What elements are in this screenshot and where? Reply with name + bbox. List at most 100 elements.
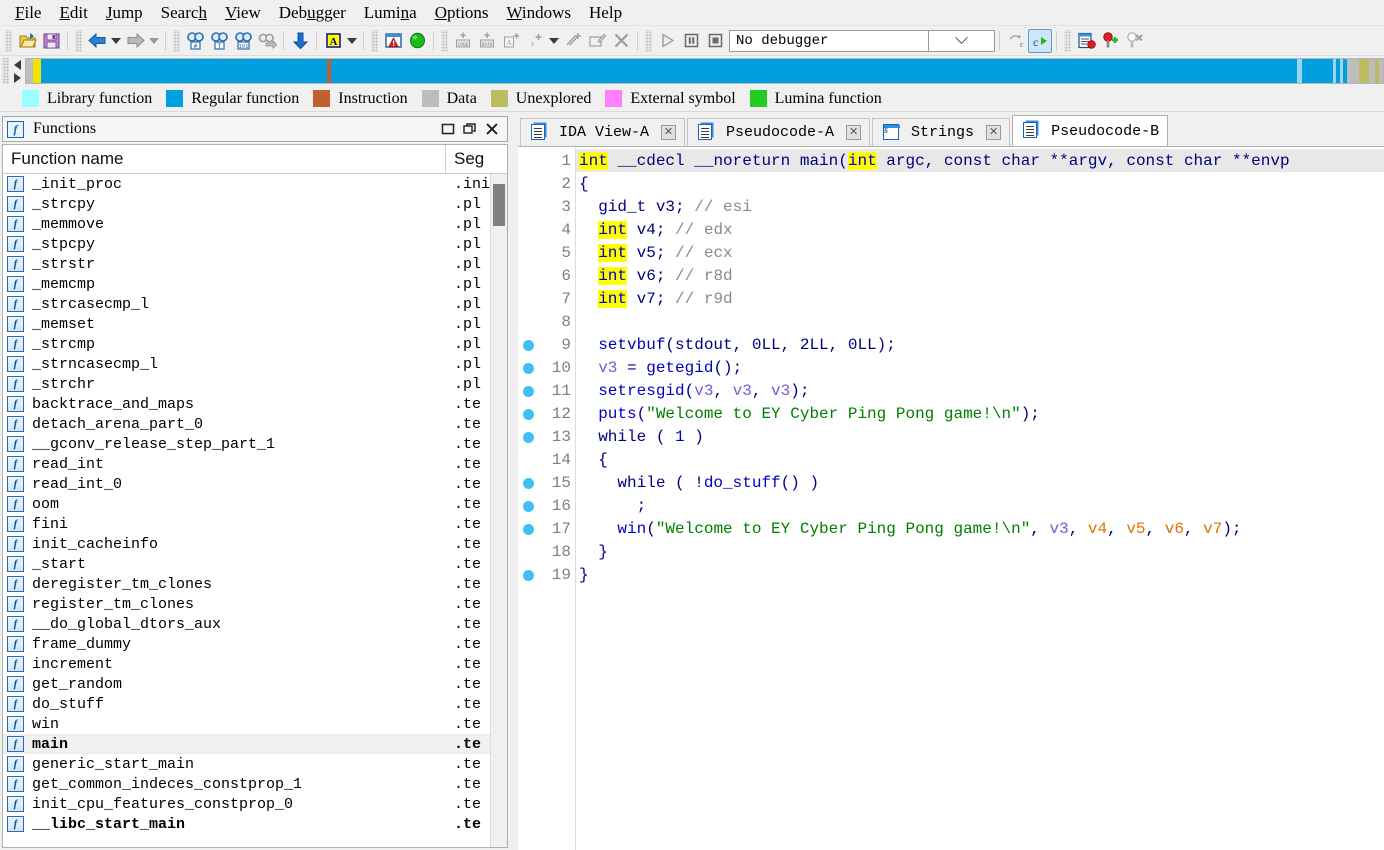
table-row[interactable]: f init_cpu_features_constprop_0 .te <box>3 794 490 814</box>
gutter-line[interactable]: 5 <box>518 241 575 264</box>
gutter-line[interactable]: 16 <box>518 494 575 517</box>
table-row[interactable]: f increment .te <box>3 654 490 674</box>
navigate-forward-icon[interactable] <box>123 29 147 53</box>
make-struct-dropdown-icon[interactable] <box>547 29 561 53</box>
tab-strings[interactable]: s Strings ✕ <box>872 118 1011 146</box>
navigate-back-dropdown-icon[interactable] <box>109 29 123 53</box>
code-line[interactable] <box>576 310 1384 333</box>
gutter-line[interactable]: 6 <box>518 264 575 287</box>
table-row[interactable]: f _memmove .pl <box>3 214 490 234</box>
table-row[interactable]: f get_common_indeces_constprop_1 .te <box>3 774 490 794</box>
step-into-icon[interactable]: c <box>1028 28 1052 53</box>
tab-pseudocode-b[interactable]: Pseudocode-B <box>1012 115 1169 146</box>
make-array-icon[interactable] <box>561 29 585 53</box>
table-row[interactable]: f _memset .pl <box>3 314 490 334</box>
code-line[interactable]: int v7; // r9d <box>576 287 1384 310</box>
tab-ida-view-a[interactable]: IDA View-A ✕ <box>520 118 686 146</box>
table-row[interactable]: f __gconv_release_step_part_1 .te <box>3 434 490 454</box>
breakpoint-marker-icon[interactable] <box>523 340 534 351</box>
gutter-line[interactable]: 10 <box>518 356 575 379</box>
gutter-line[interactable]: 13 <box>518 425 575 448</box>
breakpoint-list-icon[interactable] <box>1074 29 1098 53</box>
gutter-line[interactable]: 9 <box>518 333 575 356</box>
debugger-select-dropdown-icon[interactable] <box>929 29 995 52</box>
menu-item-search[interactable]: Search <box>152 1 216 25</box>
code-line[interactable]: while ( ! do_stuff() ) <box>576 471 1384 494</box>
code-line[interactable]: ; <box>576 494 1384 517</box>
panel-splitter[interactable] <box>510 114 518 850</box>
make-struct-icon[interactable]: s <box>523 29 547 53</box>
table-row[interactable]: f _strstr .pl <box>3 254 490 274</box>
code-line[interactable]: int v5; // ecx <box>576 241 1384 264</box>
column-header-seg[interactable]: Seg <box>446 145 507 173</box>
table-row[interactable]: f register_tm_clones .te <box>3 594 490 614</box>
save-icon[interactable] <box>39 29 63 53</box>
gutter-line[interactable]: 7 <box>518 287 575 310</box>
code-line[interactable]: } <box>576 563 1384 586</box>
gutter-line[interactable]: 18 <box>518 540 575 563</box>
table-row[interactable]: f detach_arena_part_0 .te <box>3 414 490 434</box>
table-row[interactable]: f _strcasecmp_l .pl <box>3 294 490 314</box>
menu-item-help[interactable]: Help <box>580 1 631 25</box>
table-row[interactable]: f init_cacheinfo .te <box>3 534 490 554</box>
code-line[interactable]: v3 = getegid (); <box>576 356 1384 379</box>
code-line[interactable]: setvbuf (stdout, 0LL, 2LL, 0LL); <box>576 333 1384 356</box>
table-row[interactable]: f _stpcpy .pl <box>3 234 490 254</box>
make-code-icon[interactable]: CODE <box>451 29 475 53</box>
tab-pseudocode-a[interactable]: Pseudocode-A ✕ <box>687 118 871 146</box>
gutter-line[interactable]: 11 <box>518 379 575 402</box>
table-row[interactable]: f _start .te <box>3 554 490 574</box>
code-line[interactable]: win("Welcome to EY Cyber Ping Pong game!… <box>576 517 1384 540</box>
toolbar-grip[interactable] <box>75 29 82 52</box>
breakpoint-marker-icon[interactable] <box>523 432 534 443</box>
code-line[interactable]: int __cdecl __noreturn main(int argc, co… <box>576 149 1384 172</box>
toggle-ascii-icon[interactable]: A <box>321 29 345 53</box>
search-hex-icon[interactable]: # <box>183 29 207 53</box>
code-line[interactable]: gid_t v3; // esi <box>576 195 1384 218</box>
tab-close-icon[interactable]: ✕ <box>661 125 677 140</box>
functions-list-scrollbar[interactable] <box>490 174 507 847</box>
toolbar-grip[interactable] <box>645 29 652 52</box>
jump-down-icon[interactable] <box>288 29 312 53</box>
edit-function-icon[interactable] <box>585 29 609 53</box>
warning-icon[interactable] <box>381 29 405 53</box>
navigation-strip[interactable] <box>25 58 1384 84</box>
gutter-line[interactable]: 14 <box>518 448 575 471</box>
navigate-forward-dropdown-icon[interactable] <box>147 29 161 53</box>
code-line[interactable]: setresgid(v3, v3, v3); <box>576 379 1384 402</box>
table-row[interactable]: f _strchr .pl <box>3 374 490 394</box>
breakpoint-marker-icon[interactable] <box>523 501 534 512</box>
table-row[interactable]: f backtrace_and_maps .te <box>3 394 490 414</box>
menu-item-view[interactable]: View <box>216 1 270 25</box>
navigate-back-icon[interactable] <box>85 29 109 53</box>
gutter-line[interactable]: 1 <box>518 149 575 172</box>
pseudocode-view[interactable]: 1 2 3 4 5 6 7 8 9 10 11 12 13 14 15 16 17 18 19 int __cdec… <box>518 146 1384 850</box>
table-row[interactable]: f read_int_0 .te <box>3 474 490 494</box>
table-row[interactable]: f fini .te <box>3 514 490 534</box>
toolbar-grip[interactable] <box>441 29 448 52</box>
nav-prev-icon[interactable] <box>13 59 21 70</box>
table-row[interactable]: f _strcpy .pl <box>3 194 490 214</box>
breakpoint-marker-icon[interactable] <box>523 363 534 374</box>
table-row[interactable]: f frame_dummy .te <box>3 634 490 654</box>
menu-item-edit[interactable]: Edit <box>50 1 96 25</box>
code-line[interactable]: { <box>576 172 1384 195</box>
breakpoint-marker-icon[interactable] <box>523 409 534 420</box>
toolbar-grip[interactable] <box>173 29 180 52</box>
toolbar-grip[interactable] <box>1064 29 1071 52</box>
navband-grip[interactable] <box>2 58 9 84</box>
table-row[interactable]: f read_int .te <box>3 454 490 474</box>
open-file-icon[interactable] <box>15 29 39 53</box>
debugger-select[interactable]: No debugger <box>729 29 929 52</box>
gutter-line[interactable]: 2 <box>518 172 575 195</box>
table-row[interactable]: f __libc_start_main .te <box>3 814 490 834</box>
ok-status-icon[interactable] <box>405 29 429 53</box>
pause-icon[interactable] <box>679 29 703 53</box>
close-icon[interactable] <box>481 118 503 140</box>
table-row[interactable]: f _strncasecmp_l .pl <box>3 354 490 374</box>
table-row[interactable]: f _memcmp .pl <box>3 274 490 294</box>
table-row[interactable]: f main .te <box>3 734 490 754</box>
code-line[interactable]: } <box>576 540 1384 563</box>
search-text-icon[interactable]: T <box>207 29 231 53</box>
code-line[interactable]: int v6; // r8d <box>576 264 1384 287</box>
